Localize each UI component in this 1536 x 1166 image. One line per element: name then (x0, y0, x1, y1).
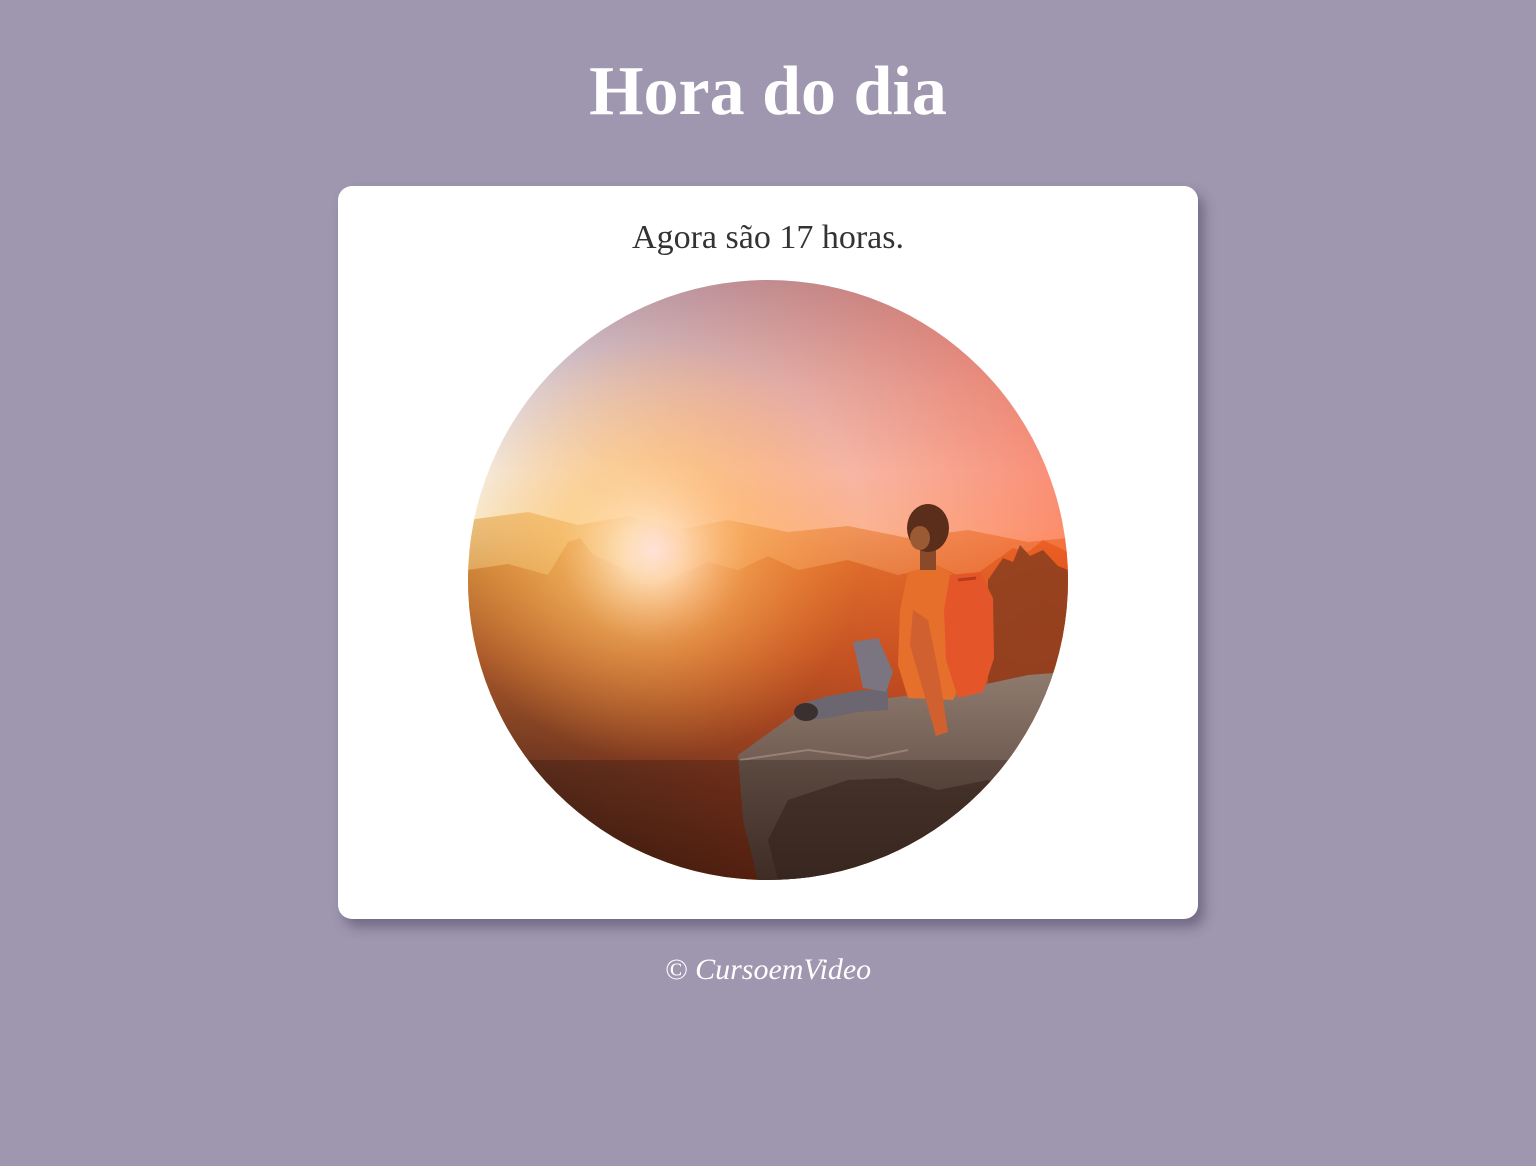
page-title: Hora do dia (589, 53, 947, 130)
page-header: Hora do dia (0, 0, 1536, 186)
time-message: Agora são 17 horas. (632, 219, 904, 256)
time-of-day-image (468, 280, 1068, 880)
content-card: Agora são 17 horas. (338, 186, 1198, 919)
page-footer: © CursoemVideo (664, 953, 872, 986)
sunset-photo-icon (468, 280, 1068, 880)
